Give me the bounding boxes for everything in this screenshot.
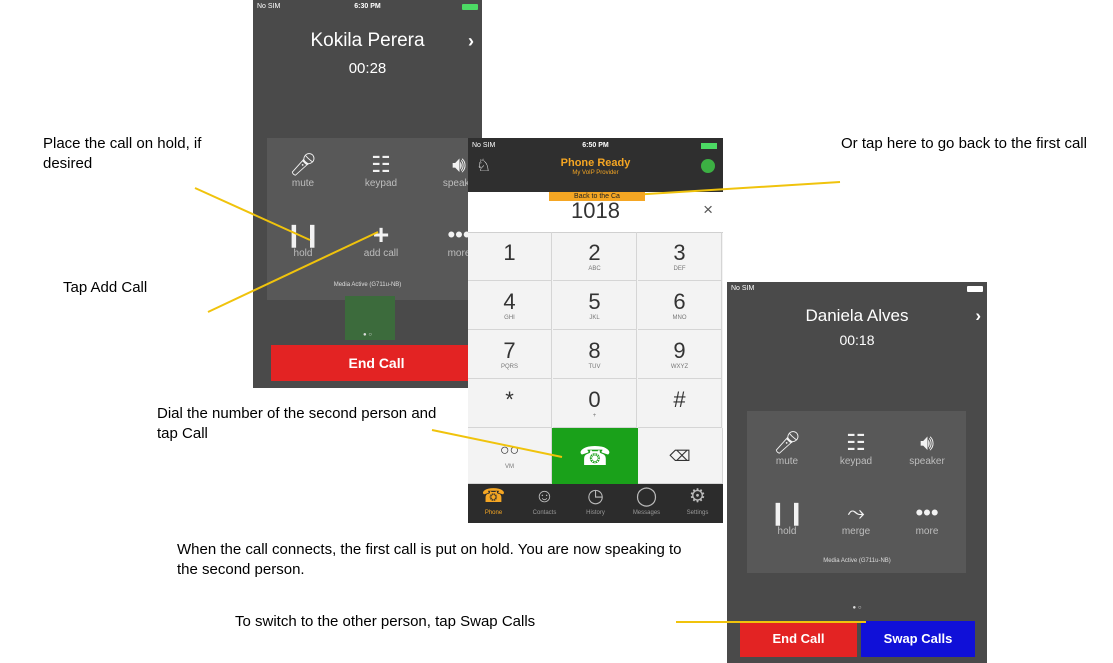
callout-lines <box>194 181 866 623</box>
back-to-first-callout-line <box>614 181 841 197</box>
back-to-call-banner[interactable]: Back to the Ca <box>549 192 645 201</box>
add-call-callout-line <box>207 231 379 313</box>
dial-callout-line <box>431 429 563 458</box>
hold-callout-line <box>194 187 311 241</box>
